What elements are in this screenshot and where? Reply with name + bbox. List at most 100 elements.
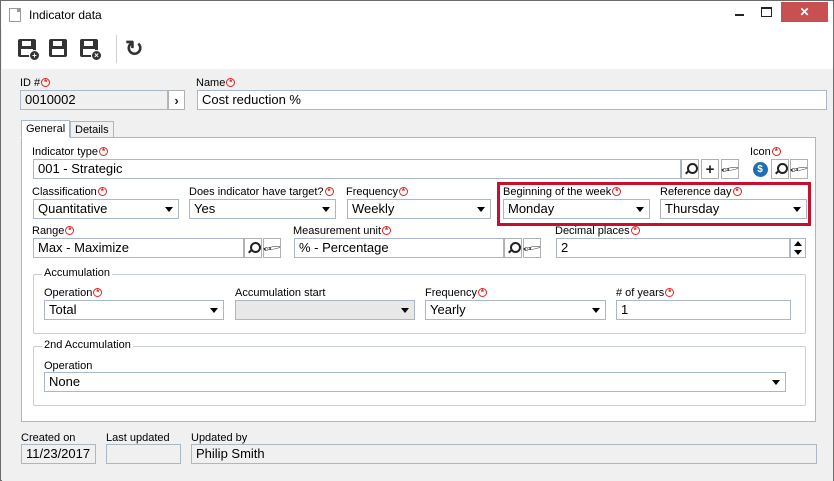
range-label: Range * (32, 225, 75, 237)
refresh-button[interactable]: ↻ (122, 37, 146, 61)
required-icon: * (630, 226, 640, 235)
chevron-down-icon (401, 308, 409, 313)
name-field[interactable]: Cost reduction % (197, 90, 827, 110)
years-field[interactable]: 1 (616, 300, 791, 320)
last-updated-label: Last updated (106, 432, 170, 444)
brush-icon: 🖌 (719, 158, 741, 180)
created-on-label: Created on (21, 432, 76, 444)
last-updated-field[interactable] (106, 444, 181, 464)
accumulation-start-label: Accumulation start (235, 287, 326, 299)
indicator-data-window: Indicator data ✕ + × ↻ ID #* 0010002 › (0, 0, 834, 481)
plus-icon: + (705, 160, 715, 178)
save-icon (49, 39, 67, 57)
accumulation-frequency-label: Frequency * (425, 287, 487, 299)
second-accumulation-title: 2nd Accumulation (42, 339, 133, 351)
title-bar[interactable]: Indicator data ✕ (1, 1, 833, 29)
icon-label: Icon * (750, 146, 781, 158)
window-title: Indicator data (29, 8, 102, 22)
brush-icon: 🖌 (788, 158, 810, 180)
required-icon: * (99, 147, 109, 156)
indicator-type-search-button[interactable] (681, 159, 699, 179)
second-accumulation-group: 2nd Accumulation Operation None (33, 339, 806, 406)
range-clear-button[interactable]: 🖌 (261, 237, 283, 259)
measurement-unit-search-button[interactable] (504, 238, 522, 258)
measurement-unit-clear-button[interactable]: 🖌 (521, 237, 543, 259)
document-icon (9, 8, 21, 22)
close-button[interactable]: ✕ (781, 2, 828, 22)
accumulation-group: Accumulation Operation * Total Accumulati… (33, 267, 806, 334)
classification-value: Quantitative (38, 201, 108, 216)
chevron-down-icon (322, 207, 330, 212)
brush-icon: 🖌 (521, 237, 543, 259)
chevron-down-icon (165, 207, 173, 212)
accumulation-frequency-select[interactable]: Yearly (425, 300, 606, 320)
required-icon: * (665, 288, 675, 297)
has-target-value: Yes (194, 201, 216, 216)
updated-by-label: Updated by (191, 432, 248, 444)
required-icon: * (398, 187, 408, 196)
required-icon: * (324, 187, 334, 196)
indicator-type-label: Indicator type * (32, 146, 109, 158)
refresh-icon: ↻ (125, 36, 144, 61)
accumulation-operation-label: Operation * (44, 287, 103, 299)
id-field[interactable]: 0010002 (20, 90, 168, 110)
measurement-unit-field[interactable]: % - Percentage (294, 238, 504, 258)
classification-label: Classification * (32, 186, 107, 198)
spin-down-icon[interactable] (794, 250, 802, 255)
indicator-icon-preview[interactable]: $ (750, 159, 770, 179)
required-icon: * (41, 78, 51, 87)
frequency-value: Weekly (352, 201, 395, 216)
created-on-field[interactable]: 11/23/2017 (21, 444, 96, 464)
required-icon: * (477, 288, 487, 297)
range-field[interactable]: Max - Maximize (33, 238, 244, 258)
required-icon: * (65, 226, 75, 235)
icon-clear-button[interactable]: 🖌 (788, 158, 810, 180)
tab-general[interactable]: General (21, 120, 71, 138)
indicator-type-add-button[interactable]: + (701, 159, 719, 179)
decimal-places-label: Decimal places * (555, 225, 640, 237)
frequency-select[interactable]: Weekly (347, 199, 491, 219)
maximize-button[interactable] (753, 2, 780, 22)
second-accumulation-operation-label: Operation (44, 360, 93, 372)
indicator-type-field[interactable]: 001 - Strategic (33, 159, 681, 179)
required-icon: * (93, 288, 103, 297)
accumulation-start-select[interactable] (235, 300, 415, 320)
search-icon (247, 242, 261, 254)
has-target-label: Does indicator have target? * (189, 186, 334, 198)
range-search-button[interactable] (244, 238, 262, 258)
chevron-down-icon (592, 308, 600, 313)
has-target-select[interactable]: Yes (189, 199, 336, 219)
name-label: Name * (196, 77, 236, 89)
chevron-down-icon (477, 207, 485, 212)
decimal-places-field[interactable]: 2 (556, 238, 790, 258)
save-button[interactable] (47, 37, 71, 61)
toolbar: + × ↻ (2, 29, 833, 69)
decimal-places-spinner[interactable] (790, 238, 806, 258)
required-icon: * (382, 226, 392, 235)
save-and-new-button[interactable]: + (16, 37, 40, 61)
chevron-down-icon (210, 308, 218, 313)
required-icon: * (771, 147, 781, 156)
indicator-type-clear-button[interactable]: 🖌 (719, 158, 741, 180)
minimize-button[interactable] (726, 2, 753, 22)
toolbar-separator (116, 35, 117, 63)
id-next-button[interactable]: › (168, 90, 185, 110)
accumulation-operation-select[interactable]: Total (44, 300, 224, 320)
spin-up-icon[interactable] (794, 241, 802, 246)
icon-search-button[interactable] (771, 159, 789, 179)
highlight-box (497, 182, 811, 226)
accumulation-title: Accumulation (42, 267, 113, 279)
search-icon (774, 163, 788, 175)
chevron-right-icon: › (174, 92, 179, 108)
id-label: ID # * (20, 77, 51, 89)
measurement-unit-label: Measurement unit * (293, 225, 392, 237)
accumulation-operation-value: Total (49, 302, 77, 317)
classification-select[interactable]: Quantitative (33, 199, 179, 219)
brush-icon: 🖌 (261, 237, 283, 259)
second-accumulation-operation-value: None (49, 374, 81, 389)
second-accumulation-operation-select[interactable]: None (44, 372, 786, 392)
save-and-close-button[interactable]: × (78, 37, 102, 61)
accumulation-frequency-value: Yearly (430, 302, 466, 317)
chevron-down-icon (772, 380, 780, 385)
updated-by-field[interactable]: Philip Smith (191, 444, 817, 464)
